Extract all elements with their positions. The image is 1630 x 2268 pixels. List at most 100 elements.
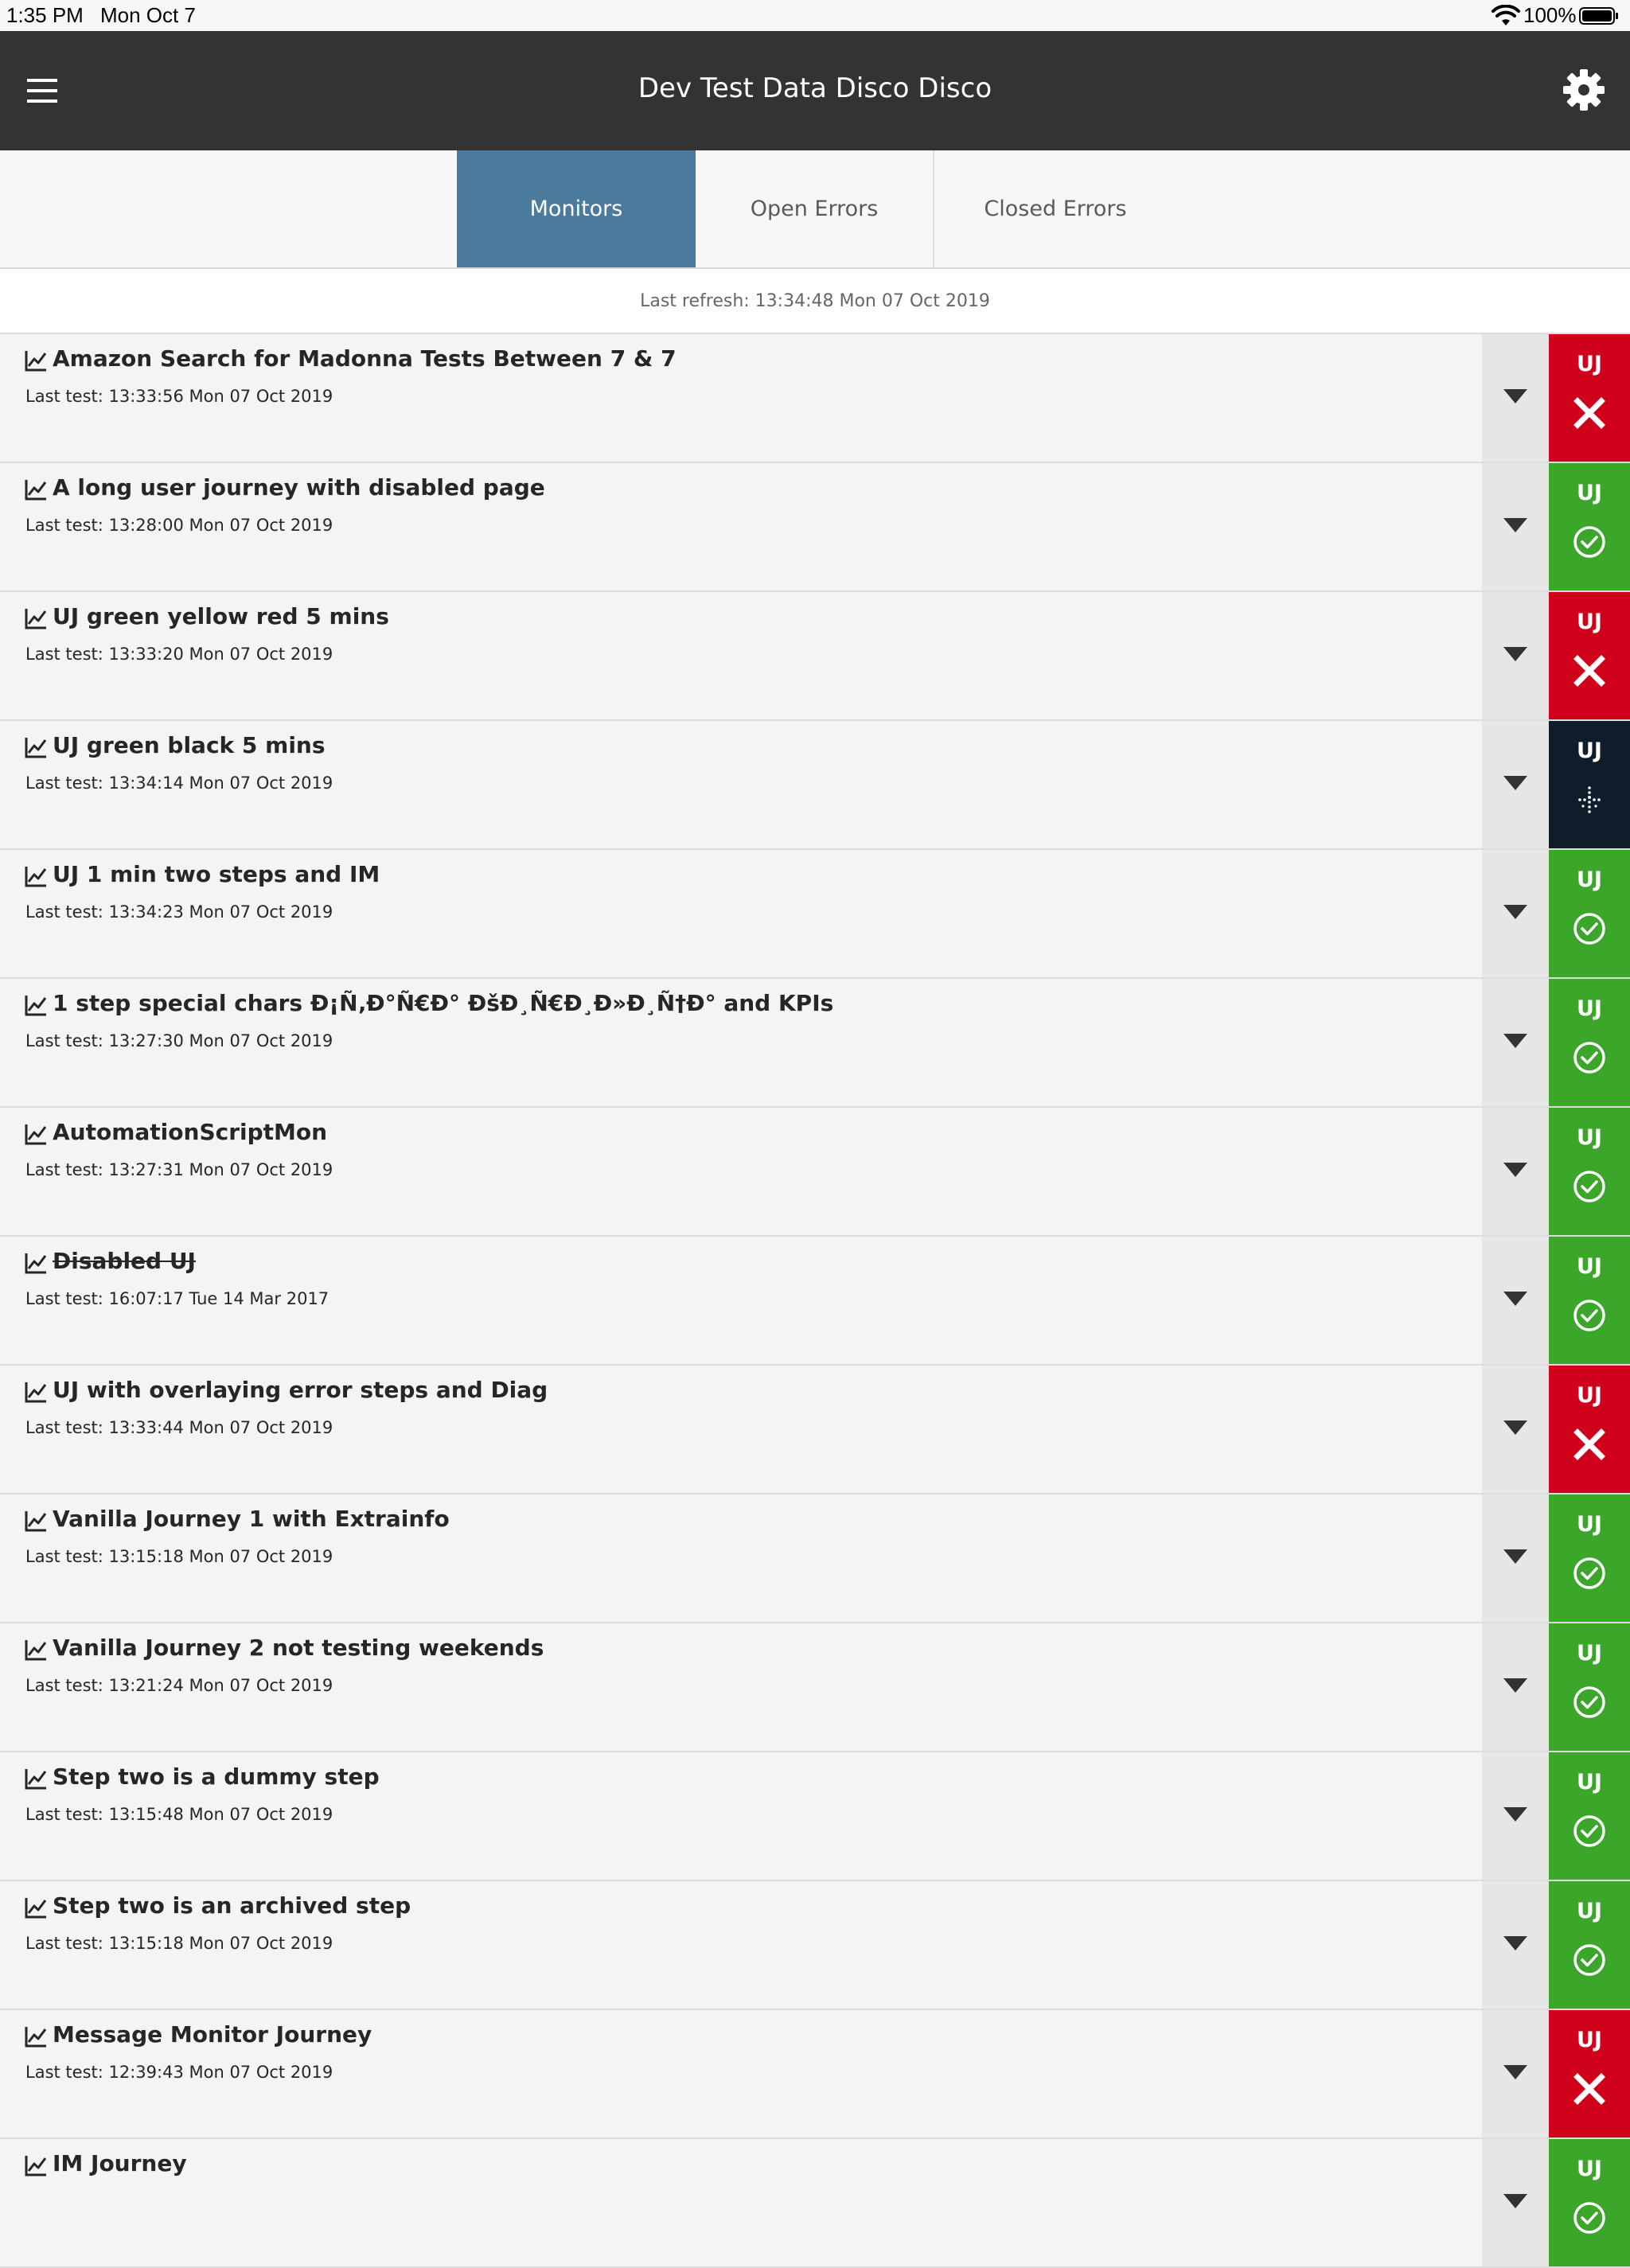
status-badge[interactable]: UJ <box>1549 2139 1630 2266</box>
monitor-name: UJ with overlaying error steps and Diag <box>53 1377 548 1403</box>
monitor-item[interactable]: A long user journey with disabled page La… <box>0 463 1482 590</box>
monitor-row: Step two is a dummy step Last test: 13:15… <box>0 1752 1630 1881</box>
expand-button[interactable] <box>1482 1881 1549 2009</box>
expand-button[interactable] <box>1482 2139 1549 2266</box>
status-badge[interactable]: UJ <box>1549 1881 1630 2009</box>
expand-button[interactable] <box>1482 334 1549 462</box>
monitor-item[interactable]: Vanilla Journey 1 with Extrainfo Last tes… <box>0 1494 1482 1622</box>
x-icon <box>1573 1428 1605 1460</box>
status-badge[interactable]: UJ <box>1549 592 1630 719</box>
caret-down-icon <box>1503 647 1527 661</box>
monitor-row: Amazon Search for Madonna Tests Between … <box>0 334 1630 463</box>
check-circle-icon <box>1573 526 1605 558</box>
expand-button[interactable] <box>1482 1752 1549 1880</box>
monitor-row: 1 step special chars Đ¡Ñ‚Đ°Ñ€Đ° ĐšĐ¸Ñ€Đ¸… <box>0 979 1630 1108</box>
monitor-name: Vanilla Journey 2 not testing weekends <box>53 1635 544 1661</box>
monitor-item[interactable]: Amazon Search for Madonna Tests Between … <box>0 334 1482 462</box>
monitor-type: UJ <box>1577 2028 1602 2052</box>
monitor-item[interactable]: UJ green yellow red 5 mins Last test: 13:… <box>0 592 1482 719</box>
monitor-row: UJ with overlaying error steps and Diag L… <box>0 1366 1630 1494</box>
caret-down-icon <box>1503 1034 1527 1048</box>
battery-icon <box>1579 7 1618 25</box>
status-badge[interactable]: UJ <box>1549 463 1630 590</box>
monitor-row: IM Journey UJ <box>0 2139 1630 2268</box>
tab-monitors[interactable]: Monitors <box>457 150 696 267</box>
monitor-item[interactable]: Step two is an archived step Last test: 1… <box>0 1881 1482 2009</box>
monitor-item[interactable]: Step two is a dummy step Last test: 13:15… <box>0 1752 1482 1880</box>
expand-button[interactable] <box>1482 1494 1549 1622</box>
monitor-last-test: Last test: 12:39:43 Mon 07 Oct 2019 <box>25 2063 333 2082</box>
app-header: Dev Test Data Disco Disco <box>0 31 1630 150</box>
status-badge[interactable]: UJ <box>1549 1237 1630 1364</box>
caret-down-icon <box>1503 1936 1527 1950</box>
line-chart-icon <box>25 1253 47 1274</box>
monitor-item[interactable]: AutomationScriptMon Last test: 13:27:31 M… <box>0 1108 1482 1235</box>
caret-down-icon <box>1503 389 1527 403</box>
monitor-item[interactable]: Disabled UJ Last test: 16:07:17 Tue 14 Ma… <box>0 1237 1482 1364</box>
expand-button[interactable] <box>1482 2010 1549 2137</box>
expand-button[interactable] <box>1482 1108 1549 1235</box>
monitor-type: UJ <box>1577 610 1602 634</box>
monitor-item[interactable]: Vanilla Journey 2 not testing weekends La… <box>0 1623 1482 1751</box>
monitor-type: UJ <box>1577 1899 1602 1923</box>
monitor-row: Disabled UJ Last test: 16:07:17 Tue 14 Ma… <box>0 1237 1630 1366</box>
tab-closed-errors[interactable]: Closed Errors <box>936 150 1175 267</box>
expand-button[interactable] <box>1482 1623 1549 1751</box>
running-icon <box>1578 786 1601 813</box>
monitor-row: UJ green yellow red 5 mins Last test: 13:… <box>0 592 1630 721</box>
status-badge[interactable]: UJ <box>1549 1108 1630 1235</box>
monitor-name: UJ green yellow red 5 mins <box>53 603 389 629</box>
caret-down-icon <box>1503 905 1527 919</box>
monitor-row: AutomationScriptMon Last test: 13:27:31 M… <box>0 1108 1630 1237</box>
monitor-name: Step two is an archived step <box>53 1892 411 1919</box>
line-chart-icon <box>25 609 47 629</box>
monitor-name: Vanilla Journey 1 with Extrainfo <box>53 1506 450 1532</box>
expand-button[interactable] <box>1482 463 1549 590</box>
status-badge[interactable]: UJ <box>1549 721 1630 848</box>
status-badge[interactable]: UJ <box>1549 850 1630 977</box>
tab-open-errors[interactable]: Open Errors <box>696 150 934 267</box>
monitor-type: UJ <box>1577 996 1602 1021</box>
monitor-item[interactable]: UJ with overlaying error steps and Diag L… <box>0 1366 1482 1493</box>
monitor-item[interactable]: IM Journey <box>0 2139 1482 2266</box>
monitor-item[interactable]: UJ 1 min two steps and IM Last test: 13:3… <box>0 850 1482 977</box>
status-badge[interactable]: UJ <box>1549 334 1630 462</box>
expand-button[interactable] <box>1482 850 1549 977</box>
status-badge[interactable]: UJ <box>1549 1494 1630 1622</box>
monitor-last-test: Last test: 13:34:14 Mon 07 Oct 2019 <box>25 774 333 793</box>
monitor-name: Amazon Search for Madonna Tests Between … <box>53 345 677 372</box>
caret-down-icon <box>1503 776 1527 790</box>
monitor-row: Message Monitor Journey Last test: 12:39:… <box>0 2010 1630 2139</box>
monitor-item[interactable]: 1 step special chars Đ¡Ñ‚Đ°Ñ€Đ° ĐšĐ¸Ñ€Đ¸… <box>0 979 1482 1106</box>
monitor-list: Amazon Search for Madonna Tests Between … <box>0 334 1630 2268</box>
monitor-type: UJ <box>1577 481 1602 505</box>
x-icon <box>1573 655 1605 687</box>
monitor-name: UJ 1 min two steps and IM <box>53 861 380 887</box>
line-chart-icon <box>25 1124 47 1145</box>
caret-down-icon <box>1503 1292 1527 1306</box>
line-chart-icon <box>25 1382 47 1403</box>
check-circle-icon <box>1573 1557 1605 1589</box>
monitor-type: UJ <box>1577 2157 1602 2181</box>
status-badge[interactable]: UJ <box>1549 1752 1630 1880</box>
expand-button[interactable] <box>1482 979 1549 1106</box>
expand-button[interactable] <box>1482 1366 1549 1493</box>
status-badge[interactable]: UJ <box>1549 979 1630 1106</box>
monitor-item[interactable]: Message Monitor Journey Last test: 12:39:… <box>0 2010 1482 2137</box>
expand-button[interactable] <box>1482 592 1549 719</box>
monitor-type: UJ <box>1577 738 1602 763</box>
expand-button[interactable] <box>1482 721 1549 848</box>
monitor-row: UJ green black 5 mins Last test: 13:34:14… <box>0 721 1630 850</box>
monitor-name: Step two is a dummy step <box>53 1763 380 1790</box>
check-circle-icon <box>1573 1944 1605 1976</box>
monitor-last-test: Last test: 13:33:44 Mon 07 Oct 2019 <box>25 1418 333 1437</box>
monitor-name: A long user journey with disabled page <box>53 474 545 501</box>
monitor-last-test: Last test: 13:15:18 Mon 07 Oct 2019 <box>25 1547 333 1566</box>
gear-icon[interactable] <box>1562 68 1606 112</box>
status-badge[interactable]: UJ <box>1549 2010 1630 2137</box>
monitor-item[interactable]: UJ green black 5 mins Last test: 13:34:14… <box>0 721 1482 848</box>
status-badge[interactable]: UJ <box>1549 1623 1630 1751</box>
last-refresh: Last refresh: 13:34:48 Mon 07 Oct 2019 <box>0 269 1630 334</box>
expand-button[interactable] <box>1482 1237 1549 1364</box>
status-badge[interactable]: UJ <box>1549 1366 1630 1493</box>
